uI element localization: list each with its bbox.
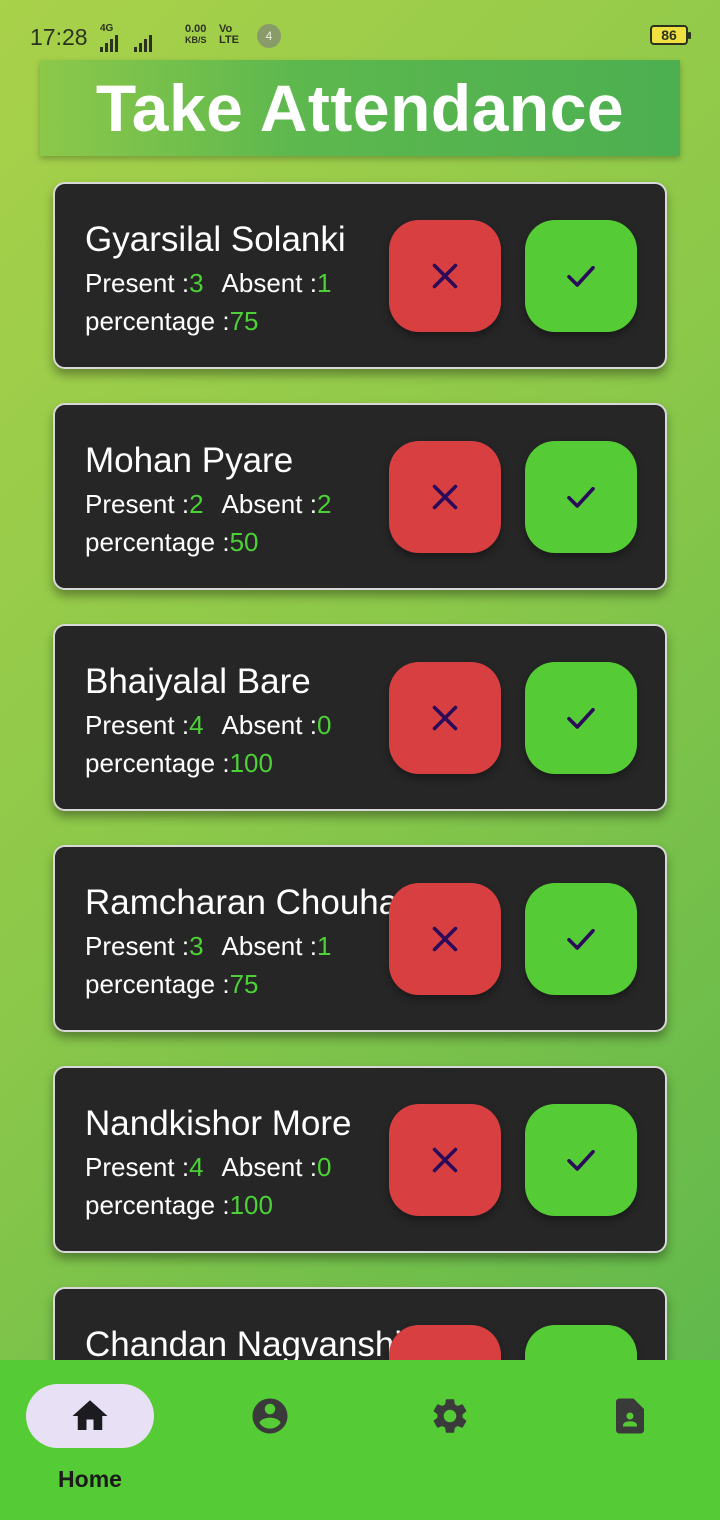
absent-label: Absent :: [221, 710, 317, 740]
present-count: 3: [189, 931, 204, 961]
attendance-percentage: percentage :75: [85, 969, 258, 1000]
absent-label: Absent :: [221, 931, 317, 961]
mark-absent-button[interactable]: [389, 1104, 501, 1216]
student-name: Gyarsilal Solanki: [85, 220, 346, 259]
student-name: Mohan Pyare: [85, 441, 294, 480]
nav-item-report[interactable]: [566, 1384, 694, 1448]
bottom-navigation: Home: [0, 1360, 720, 1520]
close-icon: [432, 484, 458, 510]
absent-label: Absent :: [221, 1152, 317, 1182]
absent-count: 1: [316, 268, 332, 298]
nav-item-home[interactable]: [26, 1384, 154, 1448]
student-card: Nandkishor More Present :4 Absent :0 percen…: [53, 1066, 667, 1253]
attendance-percentage: percentage :100: [85, 1190, 273, 1221]
attendance-counts: Present :4 Absent :0: [85, 1152, 331, 1183]
close-icon: [432, 1147, 458, 1173]
attendance-percentage: percentage :100: [85, 748, 273, 779]
percentage-value: 100: [229, 1190, 273, 1220]
student-card: Mohan Pyare Present :2 Absent :2 percentage…: [53, 403, 667, 590]
student-name: Nandkishor More: [85, 1104, 352, 1143]
percentage-label: percentage :: [85, 1190, 230, 1220]
mark-present-button[interactable]: [525, 220, 637, 332]
absent-count: 0: [316, 710, 332, 740]
close-icon: [432, 926, 458, 952]
attendance-percentage: percentage :50: [85, 527, 258, 558]
absent-label: Absent :: [221, 489, 317, 519]
mark-absent-button[interactable]: [389, 441, 501, 553]
check-icon: [567, 928, 595, 950]
header-banner: Take Attendance: [40, 60, 680, 156]
mark-absent-button[interactable]: [389, 1325, 501, 1360]
page-title: Take Attendance: [95, 71, 625, 145]
check-icon: [567, 486, 595, 508]
student-card: Chandan Nagvanshi: [53, 1287, 667, 1360]
absent-label: Absent :: [221, 268, 317, 298]
mark-present-button[interactable]: [525, 883, 637, 995]
close-icon: [432, 705, 458, 731]
present-label: Present :: [85, 268, 190, 298]
mark-absent-button[interactable]: [389, 662, 501, 774]
present-count: 4: [189, 710, 204, 740]
attendance-counts: Present :3 Absent :1: [85, 268, 331, 299]
attendance-counts: Present :4 Absent :0: [85, 710, 331, 741]
percentage-value: 100: [229, 748, 273, 778]
percentage-value: 75: [229, 969, 259, 999]
percentage-label: percentage :: [85, 527, 230, 557]
present-label: Present :: [85, 1152, 190, 1182]
mark-present-button[interactable]: [525, 1325, 637, 1360]
attendance-percentage: percentage :75: [85, 306, 258, 337]
nav-item-settings[interactable]: [386, 1384, 514, 1448]
present-count: 2: [189, 489, 204, 519]
present-count: 4: [189, 1152, 204, 1182]
student-card: Gyarsilal Solanki Present :3 Absent :1 perc…: [53, 182, 667, 369]
student-name: Bhaiyalal Bare: [85, 662, 311, 701]
absent-count: 0: [316, 1152, 332, 1182]
mark-absent-button[interactable]: [389, 220, 501, 332]
account-icon: [252, 1398, 288, 1434]
percentage-label: percentage :: [85, 969, 230, 999]
student-name: Ramcharan Chouhan: [85, 883, 418, 922]
absent-count: 2: [316, 489, 332, 519]
student-card: Ramcharan Chouhan Present :3 Absent :1 perc…: [53, 845, 667, 1032]
percentage-label: percentage :: [85, 306, 230, 336]
mark-present-button[interactable]: [525, 662, 637, 774]
check-icon: [567, 265, 595, 287]
attendance-counts: Present :2 Absent :2: [85, 489, 331, 520]
present-label: Present :: [85, 489, 190, 519]
settings-icon: [433, 1399, 467, 1433]
mark-present-button[interactable]: [525, 441, 637, 553]
close-icon: [432, 263, 458, 289]
percentage-label: percentage :: [85, 748, 230, 778]
report-icon: [616, 1398, 644, 1434]
present-count: 3: [189, 268, 204, 298]
percentage-value: 50: [229, 527, 259, 557]
mark-absent-button[interactable]: [389, 883, 501, 995]
nav-label-home: Home: [58, 1466, 122, 1492]
check-icon: [567, 1149, 595, 1171]
present-label: Present :: [85, 710, 190, 740]
student-name: Chandan Nagvanshi: [85, 1325, 403, 1360]
present-label: Present :: [85, 931, 190, 961]
student-card: Bhaiyalal Bare Present :4 Absent :0 percent…: [53, 624, 667, 811]
attendance-counts: Present :3 Absent :1: [85, 931, 331, 962]
absent-count: 1: [316, 931, 332, 961]
nav-item-account[interactable]: [206, 1384, 334, 1448]
percentage-value: 75: [229, 306, 259, 336]
home-icon: [72, 1400, 108, 1430]
student-list[interactable]: Gyarsilal Solanki Present :3 Absent :1 perc…: [0, 0, 720, 1360]
mark-present-button[interactable]: [525, 1104, 637, 1216]
check-icon: [567, 707, 595, 729]
